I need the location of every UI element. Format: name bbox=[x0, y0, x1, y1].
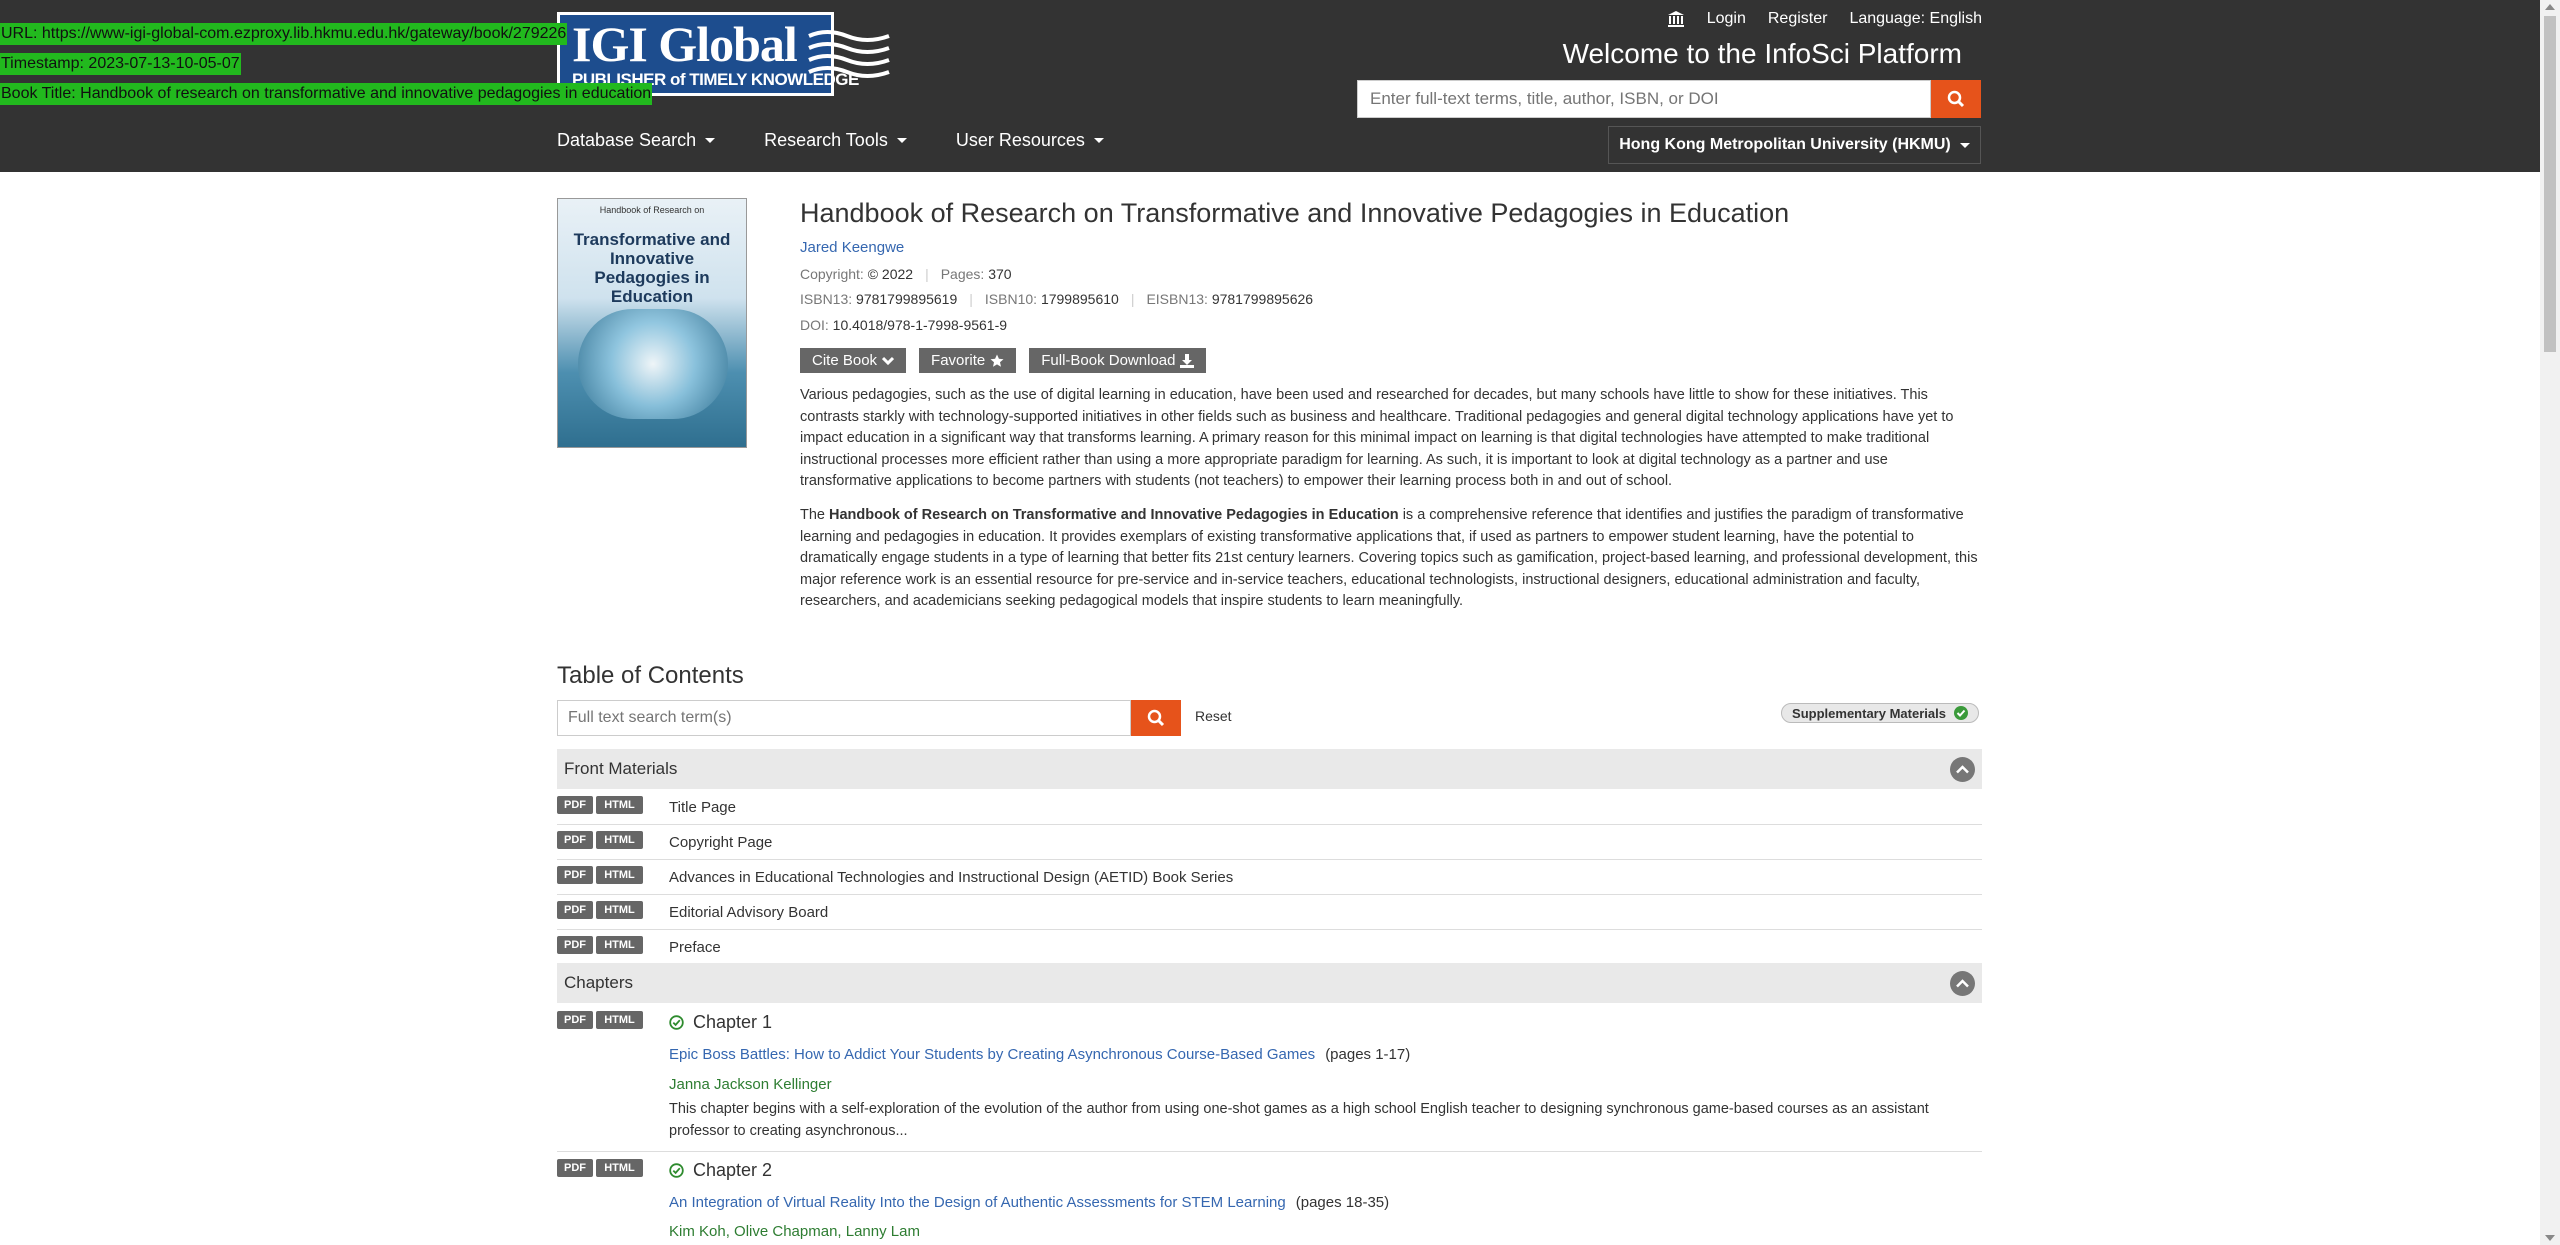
search-icon bbox=[1147, 709, 1165, 727]
institution-icon[interactable] bbox=[1667, 10, 1685, 28]
chapter-title: An Integration of Virtual Reality Into t… bbox=[669, 1194, 1389, 1211]
chevron-down-icon bbox=[705, 138, 716, 143]
chapter-title-link[interactable]: Epic Boss Battles: How to Addict Your St… bbox=[669, 1046, 1315, 1063]
pdf-button[interactable]: PDF bbox=[557, 796, 593, 814]
cover-illustration bbox=[578, 309, 728, 419]
institution-dropdown[interactable]: Hong Kong Metropolitan University (HKMU) bbox=[1608, 126, 1981, 164]
pdf-button[interactable]: PDF bbox=[557, 831, 593, 849]
full-book-download-button[interactable]: Full-Book Download bbox=[1029, 348, 1207, 373]
site-header: IGI Global PUBLISHER of TIMELY KNOWLEDGE… bbox=[0, 0, 2540, 172]
html-button[interactable]: HTML bbox=[596, 866, 643, 884]
toc-front-item: PDF HTML Title Page bbox=[557, 790, 1982, 825]
front-item-book-series[interactable]: Advances in Educational Technologies and… bbox=[669, 869, 1233, 886]
front-item-editorial-board[interactable]: Editorial Advisory Board bbox=[669, 904, 828, 921]
check-circle-icon bbox=[669, 1015, 684, 1030]
chapter-item: PDF HTML Chapter 2 An Integration of Virt… bbox=[557, 1152, 1982, 1245]
page-scrollbar[interactable] bbox=[2540, 0, 2560, 1245]
check-circle-icon bbox=[1953, 706, 1968, 720]
toc-search-input[interactable] bbox=[557, 700, 1131, 736]
overlay-book-title: Book Title: Handbook of research on tran… bbox=[0, 83, 653, 105]
toc-front-item: PDF HTML Preface bbox=[557, 930, 1982, 965]
isbn-info: ISBN13: 9781799895619 | ISBN10: 1799895610… bbox=[800, 291, 1314, 307]
chapter-pages: (pages 18-35) bbox=[1295, 1194, 1390, 1211]
overlay-url: URL: https://www-igi-global-com.ezproxy.… bbox=[0, 23, 568, 45]
chapter-abstract: This chapter begins with a self-explorat… bbox=[669, 1101, 1929, 1139]
main-nav: Database Search Research Tools User Reso… bbox=[557, 130, 1153, 151]
cover-title: Transformative and Innovative Pedagogies… bbox=[573, 230, 731, 306]
copyright-pages: Copyright: © 2022 | Pages: 370 bbox=[800, 266, 1012, 282]
cover-series: Handbook of Research on bbox=[599, 205, 705, 215]
global-search-button[interactable] bbox=[1931, 80, 1981, 118]
toc-reset-link[interactable]: Reset bbox=[1195, 708, 1232, 724]
html-button[interactable]: HTML bbox=[596, 796, 643, 814]
logo-name: IGI Global bbox=[572, 16, 798, 72]
chevron-down-icon bbox=[1959, 142, 1970, 148]
pdf-button[interactable]: PDF bbox=[557, 866, 593, 884]
logo-waves-icon bbox=[808, 30, 890, 78]
book-cover[interactable]: Handbook of Research on Transformative a… bbox=[557, 198, 747, 448]
front-item-copyright-page[interactable]: Copyright Page bbox=[669, 834, 772, 851]
supplementary-materials-toggle[interactable]: Supplementary Materials bbox=[1781, 703, 1979, 723]
login-link[interactable]: Login bbox=[1707, 10, 1746, 28]
front-item-preface[interactable]: Preface bbox=[669, 939, 721, 956]
toc-front-item: PDF HTML Copyright Page bbox=[557, 825, 1982, 860]
nav-research-tools[interactable]: Research Tools bbox=[764, 130, 907, 151]
chevron-down-icon bbox=[1093, 138, 1104, 143]
chapter-number: Chapter 1 bbox=[669, 1012, 772, 1033]
search-icon bbox=[1947, 90, 1965, 108]
pdf-button[interactable]: PDF bbox=[557, 936, 593, 954]
chevron-down-icon bbox=[896, 138, 907, 143]
check-circle-icon bbox=[669, 1163, 684, 1178]
chapter-title: Epic Boss Battles: How to Addict Your St… bbox=[669, 1046, 1410, 1063]
front-item-title-page[interactable]: Title Page bbox=[669, 799, 736, 816]
nav-user-resources[interactable]: User Resources bbox=[956, 130, 1104, 151]
chapter-authors[interactable]: Kim Koh, Olive Chapman, Lanny Lam bbox=[669, 1223, 920, 1240]
pdf-button[interactable]: PDF bbox=[557, 901, 593, 919]
collapse-icon[interactable] bbox=[1950, 970, 1975, 996]
nav-database-search[interactable]: Database Search bbox=[557, 130, 716, 151]
collapse-icon[interactable] bbox=[1950, 756, 1975, 782]
scrollbar-thumb[interactable] bbox=[2544, 16, 2556, 352]
front-materials-header[interactable]: Front Materials bbox=[557, 749, 1982, 789]
html-button[interactable]: HTML bbox=[596, 1159, 643, 1177]
star-icon bbox=[990, 354, 1004, 367]
html-button[interactable]: HTML bbox=[596, 901, 643, 919]
html-button[interactable]: HTML bbox=[596, 1011, 643, 1029]
html-button[interactable]: HTML bbox=[596, 936, 643, 954]
overlay-timestamp: Timestamp: 2023-07-13-10-05-07 bbox=[0, 53, 241, 75]
book-author-link[interactable]: Jared Keengwe bbox=[800, 239, 904, 256]
global-search-input[interactable] bbox=[1357, 80, 1931, 118]
book-actions: Cite Book Favorite Full-Book Download bbox=[800, 348, 1219, 373]
chapter-item: PDF HTML Chapter 1 Epic Boss Battles: How… bbox=[557, 1004, 1982, 1152]
toc-front-item: PDF HTML Editorial Advisory Board bbox=[557, 895, 1982, 930]
global-search bbox=[1357, 80, 1981, 118]
chapter-title-link[interactable]: An Integration of Virtual Reality Into t… bbox=[669, 1194, 1286, 1211]
language-selector[interactable]: Language: English bbox=[1849, 10, 1982, 28]
toc-title: Table of Contents bbox=[557, 662, 744, 689]
book-title: Handbook of Research on Transformative a… bbox=[800, 198, 1790, 228]
chapter-authors[interactable]: Janna Jackson Kellinger bbox=[669, 1076, 832, 1093]
favorite-button[interactable]: Favorite bbox=[919, 348, 1017, 373]
register-link[interactable]: Register bbox=[1768, 10, 1828, 28]
download-icon bbox=[1180, 353, 1195, 368]
chevron-down-icon bbox=[882, 356, 895, 365]
book-description-2: The Handbook of Research on Transformati… bbox=[800, 507, 1978, 610]
welcome-heading: Welcome to the InfoSci Platform bbox=[1562, 38, 1962, 69]
scroll-up-arrow-icon[interactable] bbox=[2545, 4, 2555, 10]
toc-search-button[interactable] bbox=[1131, 700, 1181, 736]
html-button[interactable]: HTML bbox=[596, 831, 643, 849]
chapter-number: Chapter 2 bbox=[669, 1160, 772, 1181]
account-links: Login Register Language: English bbox=[1667, 10, 1982, 28]
book-description-1: Various pedagogies, such as the use of d… bbox=[800, 387, 1954, 490]
scroll-down-arrow-icon[interactable] bbox=[2545, 1235, 2555, 1241]
pdf-button[interactable]: PDF bbox=[557, 1011, 593, 1029]
pdf-button[interactable]: PDF bbox=[557, 1159, 593, 1177]
toc-front-item: PDF HTML Advances in Educational Technolo… bbox=[557, 860, 1982, 895]
cite-book-button[interactable]: Cite Book bbox=[800, 348, 907, 373]
chapter-pages: (pages 1-17) bbox=[1325, 1046, 1411, 1063]
toc-search bbox=[557, 700, 1181, 736]
doi-info: DOI: 10.4018/978-1-7998-9561-9 bbox=[800, 317, 1008, 333]
chapters-header[interactable]: Chapters bbox=[557, 963, 1982, 1003]
